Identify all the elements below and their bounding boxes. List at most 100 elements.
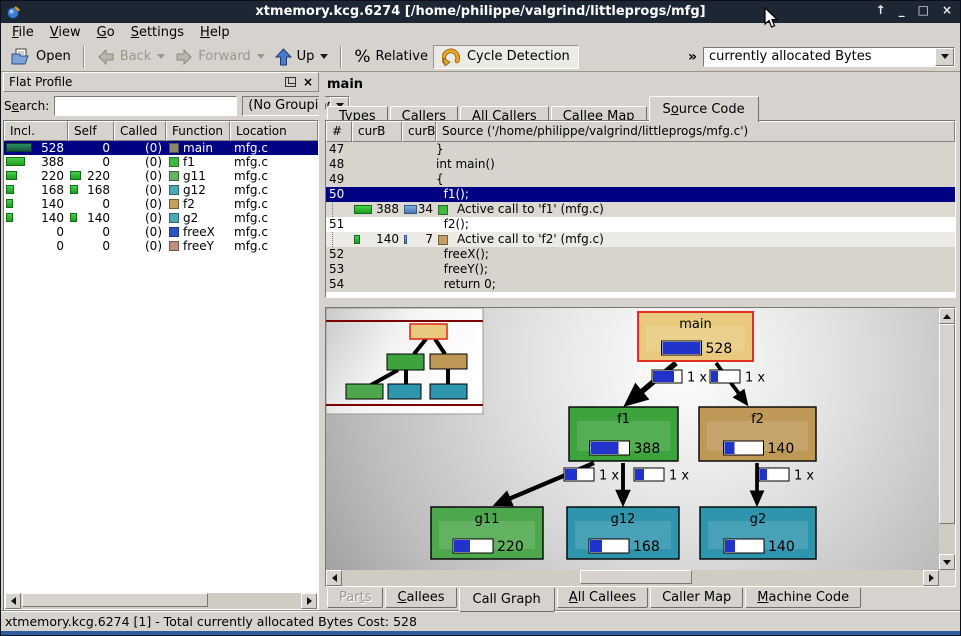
source-line-row[interactable]: 52 freeX();	[326, 247, 955, 262]
search-input[interactable]	[54, 96, 237, 116]
edge-label-main-f2: 1 x	[710, 370, 765, 386]
incl-cost-bar	[6, 171, 17, 180]
table-row-freeX[interactable]: 00(0)freeXmfg.c	[4, 225, 318, 239]
scrollbar-thumb[interactable]	[22, 593, 208, 607]
tab-callees[interactable]: Callees	[385, 588, 456, 608]
tab-source-code[interactable]: Source Code	[649, 96, 759, 122]
event-type-combobox[interactable]: currently allocated Bytes	[703, 47, 955, 67]
graph-overview-minimap[interactable]	[326, 308, 483, 414]
table-row-g11[interactable]: 220220(0)g11mfg.c	[4, 169, 318, 183]
scrollbar-thumb[interactable]	[939, 324, 955, 524]
combo-dropdown-button[interactable]	[935, 48, 954, 66]
graph-node-main[interactable]: main528	[638, 312, 753, 361]
cycle-detection-toggle-button[interactable]: Cycle Detection	[433, 45, 579, 69]
graph-node-f2[interactable]: f2140	[699, 407, 816, 461]
open-button[interactable]: Open	[6, 46, 76, 67]
column-header-curb[interactable]: curB	[352, 121, 402, 142]
graph-vscrollbar[interactable]	[939, 308, 955, 570]
close-button-icon[interactable]: ×	[942, 3, 952, 17]
graph-node-g12[interactable]: g12168	[567, 507, 679, 559]
table-row-g2[interactable]: 140140(0)g2mfg.c	[4, 211, 318, 225]
table-row-g12[interactable]: 168168(0)g12mfg.c	[4, 183, 318, 197]
graph-hscrollbar[interactable]	[326, 570, 939, 586]
table-row-f1[interactable]: 3880(0)f1mfg.c	[4, 155, 318, 169]
source-line-row[interactable]: 54 return 0;	[326, 277, 955, 292]
self-cell: 0	[68, 239, 114, 253]
column-header-incl[interactable]: Incl.	[4, 121, 68, 141]
minimap-node-g12	[388, 384, 421, 399]
up-button[interactable]: Up	[270, 46, 334, 68]
source-line-row[interactable]: 50 f1();	[326, 187, 955, 202]
source-code-view: # curB curBk Source ('/home/philippe/val…	[325, 120, 956, 298]
flat-profile-hscrollbar[interactable]	[5, 593, 317, 609]
grouping-value: (No Grouping)	[243, 97, 330, 115]
source-line-row[interactable]: 51 f2();	[326, 217, 955, 232]
edge-cost-bar-fill	[760, 469, 767, 480]
table-row-f2[interactable]: 1400(0)f2mfg.c	[4, 197, 318, 211]
function-color-icon	[169, 241, 179, 251]
scroll-left-button[interactable]	[5, 593, 21, 609]
source-line-row[interactable]: 49{	[326, 172, 955, 187]
source-code-text: int main()	[436, 157, 955, 172]
up-dropdown-chevron-icon[interactable]	[320, 54, 328, 59]
curb-cell: 388	[352, 202, 402, 217]
source-body: 47}48int main()49{50 f1();38834Active ca…	[326, 142, 955, 292]
menu-view[interactable]: View	[42, 24, 89, 41]
incl-cell: 140	[4, 197, 68, 211]
scroll-right-button[interactable]	[923, 570, 939, 586]
tab-all-callees[interactable]: All Callees	[557, 588, 648, 608]
source-line-row[interactable]: 47}	[326, 142, 955, 157]
dock-close-icon[interactable]: ×	[303, 77, 313, 87]
scroll-left-button[interactable]	[326, 570, 342, 586]
scrollbar-thumb[interactable]	[580, 570, 692, 584]
column-header-self[interactable]: Self	[68, 121, 114, 141]
back-dropdown-chevron-icon[interactable]	[157, 54, 165, 59]
title-bar[interactable]: xtmemory.kcg.6274 [/home/philippe/valgri…	[1, 1, 960, 23]
table-row-main[interactable]: 5280(0)mainmfg.c	[4, 141, 318, 155]
menu-file[interactable]: File	[4, 24, 42, 41]
column-header-location[interactable]: Location	[230, 121, 318, 141]
menu-settings[interactable]: Settings	[123, 24, 192, 41]
relative-toggle-button[interactable]: % Relative	[349, 45, 433, 69]
column-header-curbk[interactable]: curBk	[402, 121, 436, 142]
horizontal-splitter[interactable]	[325, 298, 956, 307]
incl-cell: 0	[4, 239, 68, 253]
back-button[interactable]: Back	[92, 47, 171, 67]
forward-dropdown-chevron-icon[interactable]	[257, 54, 265, 59]
line-number: 47	[326, 142, 352, 157]
menu-go[interactable]: Go	[89, 24, 123, 41]
function-cell: f2	[166, 197, 230, 211]
toolbar-overflow-icon[interactable]: »	[688, 49, 703, 65]
scroll-right-button[interactable]	[301, 593, 317, 609]
maximize-button-icon[interactable]: □	[918, 3, 929, 17]
tab-caller-map[interactable]: Caller Map	[650, 588, 743, 608]
column-header-line[interactable]: #	[326, 121, 352, 142]
minimize-button-icon[interactable]: _	[899, 3, 905, 17]
scroll-down-button[interactable]	[939, 554, 955, 570]
open-folder-icon	[11, 48, 31, 65]
scroll-up-button[interactable]	[939, 308, 955, 324]
source-line-row[interactable]: 48int main()	[326, 157, 955, 172]
graph-node-g2[interactable]: g2140	[700, 507, 816, 559]
column-header-called[interactable]: Called	[114, 121, 166, 141]
menu-help[interactable]: Help	[192, 24, 238, 41]
graph-node-g11[interactable]: g11220	[431, 507, 543, 559]
incl-cell: 0	[4, 225, 68, 239]
column-header-source[interactable]: Source ('/home/philippe/valgrind/littlep…	[436, 121, 955, 142]
tab-machine-code[interactable]: Machine Code	[745, 588, 861, 608]
called-cell: (0)	[114, 197, 166, 211]
shade-button-icon[interactable]: ↑	[876, 3, 886, 17]
column-header-function[interactable]: Function	[166, 121, 230, 141]
source-line-row[interactable]: 53 freeY();	[326, 262, 955, 277]
table-row-freeY[interactable]: 00(0)freeYmfg.c	[4, 239, 318, 253]
edge-cost-bar-fill	[653, 371, 674, 382]
tab-call-graph[interactable]: Call Graph	[459, 588, 555, 612]
call-graph-canvas[interactable]: 1 x1 x1 x1 x1 xmain528f1388f2140g11220g1…	[326, 308, 939, 570]
graph-node-f1[interactable]: f1388	[569, 407, 678, 461]
dock-float-icon[interactable]	[285, 77, 296, 87]
tree-branch-cell	[326, 232, 352, 247]
dock-title-bar[interactable]: Flat Profile ×	[3, 72, 319, 92]
active-call-row[interactable]: 38834Active call to 'f1' (mfg.c)	[326, 202, 955, 217]
active-call-row[interactable]: 1407Active call to 'f2' (mfg.c)	[326, 232, 955, 247]
forward-button[interactable]: Forward	[170, 47, 269, 67]
